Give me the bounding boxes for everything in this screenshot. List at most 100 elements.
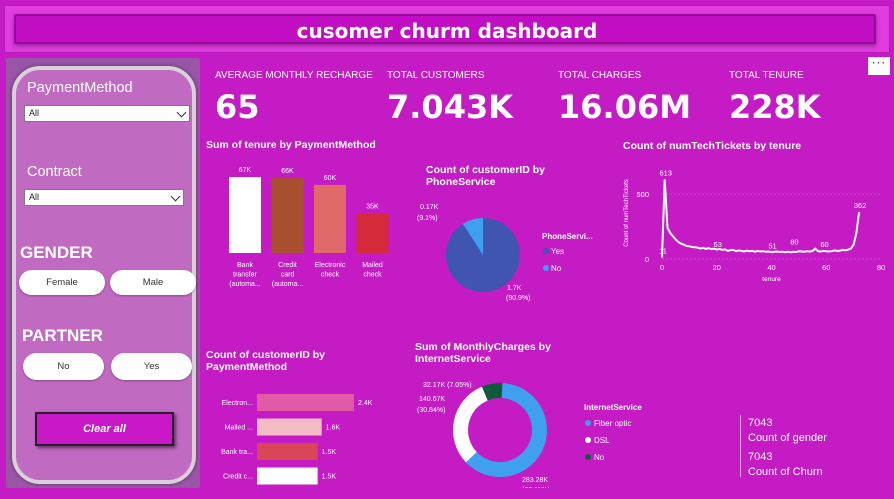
contract-dropdown[interactable]: All: [24, 189, 184, 206]
bar-category-label: Bank tra...: [221, 449, 253, 456]
bar: [257, 394, 354, 411]
internet-service-donut-chart: 32.17K (7.05%)140.67K(30.84%)283.28K(62.…: [417, 382, 642, 494]
bar-category-label: Electronic: [315, 262, 346, 269]
partner-yes-button[interactable]: Yes: [111, 353, 192, 380]
x-tick-label: 20: [713, 263, 721, 272]
title-bar: cusomer churm dashboard: [14, 14, 876, 44]
payment-method-dropdown[interactable]: All: [24, 105, 190, 122]
kpi-label-total-tenure: TOTAL TENURE: [729, 70, 804, 81]
legend-item: No: [551, 264, 562, 273]
gender-male-button[interactable]: Male: [110, 270, 196, 295]
chart-title-tech-tickets: Count of numTechTickets by tenure: [623, 140, 802, 152]
bar-category-label: Credit c...: [223, 474, 253, 481]
bar-category-label: check: [363, 272, 382, 279]
bar-category-label: transfer: [233, 272, 257, 279]
clear-all-button[interactable]: Clear all: [35, 412, 174, 446]
pie-data-label-pct: (90.9%): [506, 295, 531, 302]
line-data-label: 613: [659, 168, 672, 177]
bar-category-label: (automa...: [229, 281, 261, 288]
gender-filter-label: GENDER: [20, 243, 93, 262]
x-axis-label: tenure: [762, 276, 781, 283]
pie-data-label: 1.7K: [507, 285, 522, 292]
x-tick-label: 80: [877, 263, 885, 272]
bar-data-label: 1.6K: [326, 425, 341, 432]
legend-item: Yes: [551, 247, 564, 256]
chart-title-customers-by-payment: Count of customerID by PaymentMethod: [206, 349, 326, 373]
legend-item: DSL: [594, 436, 610, 445]
bar: [257, 443, 318, 460]
bottom-strip: [0, 488, 894, 499]
line-data-label: 60: [820, 240, 828, 249]
bar-category-label: card: [281, 272, 295, 279]
series-line: [661, 179, 861, 258]
x-tick-label: 0: [660, 263, 664, 272]
card-label-gender: Count of gender: [748, 432, 827, 444]
payment-method-dropdown-value: All: [29, 108, 40, 118]
legend-item: No: [594, 453, 605, 462]
bar-data-label: 1.5K: [322, 449, 337, 456]
legend-marker: [543, 248, 549, 254]
kpi-label-total-charges: TOTAL CHARGES: [558, 70, 642, 81]
line-data-label: 63: [714, 240, 722, 249]
legend-marker: [543, 265, 549, 271]
more-options-icon[interactable]: ···: [868, 57, 890, 75]
bar-category-label: Mailed: [362, 262, 383, 269]
y-tick-label: 500: [636, 190, 649, 199]
legend-marker: [585, 437, 591, 443]
kpi-value-total-charges: 16.06M: [558, 88, 692, 126]
donut-data-label-pct: (30.84%): [417, 407, 445, 414]
page-title: cusomer churm dashboard: [296, 19, 598, 43]
partner-no-button[interactable]: No: [23, 353, 104, 380]
donut-slice: [453, 386, 488, 463]
chart-title-internet-service: Sum of MonthlyCharges by InternetService: [415, 341, 551, 365]
card-value-gender: 7043: [748, 417, 773, 429]
legend-marker: [585, 454, 591, 460]
bar: [356, 213, 389, 253]
pie-data-label-pct: (9.1%): [417, 215, 438, 222]
x-tick-label: 60: [822, 263, 830, 272]
donut-data-label: 32.17K (7.05%): [423, 382, 472, 389]
kpi-value-total-customers: 7.043K: [387, 88, 514, 126]
kpi-label-avg-recharge: AVERAGE MONTHLY RECHARGE: [215, 70, 373, 81]
customers-by-payment-chart: Electron... 2.4K Mailed ... 1.6K Bank tra...…: [221, 394, 373, 485]
y-axis-label: Count of numTechTickets: [624, 179, 630, 246]
bar-data-label: 35K: [366, 203, 379, 210]
kpi-label-total-customers: TOTAL CUSTOMERS: [387, 70, 485, 81]
bar-data-label: 66K: [281, 168, 294, 175]
bar: [257, 467, 318, 485]
card-value-churn: 7043: [748, 451, 773, 463]
chevron-down-icon: [176, 107, 187, 118]
legend-marker: [585, 420, 591, 426]
gender-female-button[interactable]: Female: [19, 270, 105, 295]
bar: [314, 184, 346, 253]
legend-title: InternetService: [584, 403, 642, 412]
tech-tickets-line-chart: 0 500 0 20 40 60 80 11 613 63 51 80 60 362 tenure Count…: [624, 168, 885, 283]
payment-method-filter-label: PaymentMethod: [27, 80, 133, 96]
y-tick-label: 0: [645, 255, 649, 264]
kpi-value-total-tenure: 228K: [729, 88, 821, 126]
bar-data-label: 2.4K: [358, 400, 373, 407]
phone-service-pie-chart: 0.17K (9.1%) 1.7K (90.9%) PhoneServi... Yes No: [417, 204, 593, 302]
bar-category-label: Electron...: [221, 400, 253, 407]
legend-title: PhoneServi...: [542, 232, 593, 241]
card-label-churn: Count of Churn: [748, 466, 823, 478]
bar: [229, 177, 261, 253]
line-data-label: 80: [790, 238, 798, 247]
line-data-label: 51: [768, 241, 776, 250]
bar-data-label: 1.5K: [322, 474, 337, 481]
bar: [257, 418, 322, 436]
donut-data-label: 283.28K: [522, 477, 548, 484]
donut-data-label: 140.67K: [419, 396, 445, 403]
bar-category-label: Credit: [278, 262, 297, 269]
legend-item: Fiber optic: [594, 419, 631, 428]
contract-filter-label: Contract: [27, 164, 82, 180]
bar-category-label: (automa...: [272, 281, 304, 288]
x-tick-label: 40: [767, 263, 775, 272]
chart-title-tenure-by-payment: Sum of tenure by PaymentMethod: [206, 139, 376, 151]
card-divider: [740, 415, 741, 477]
contract-dropdown-value: All: [29, 192, 40, 202]
chart-title-phone-service: Count of customerID by PhoneService: [426, 164, 546, 188]
bar-category-label: check: [321, 272, 340, 279]
bar-category-label: Mailed ...: [225, 425, 253, 432]
chevron-down-icon: [170, 191, 181, 202]
